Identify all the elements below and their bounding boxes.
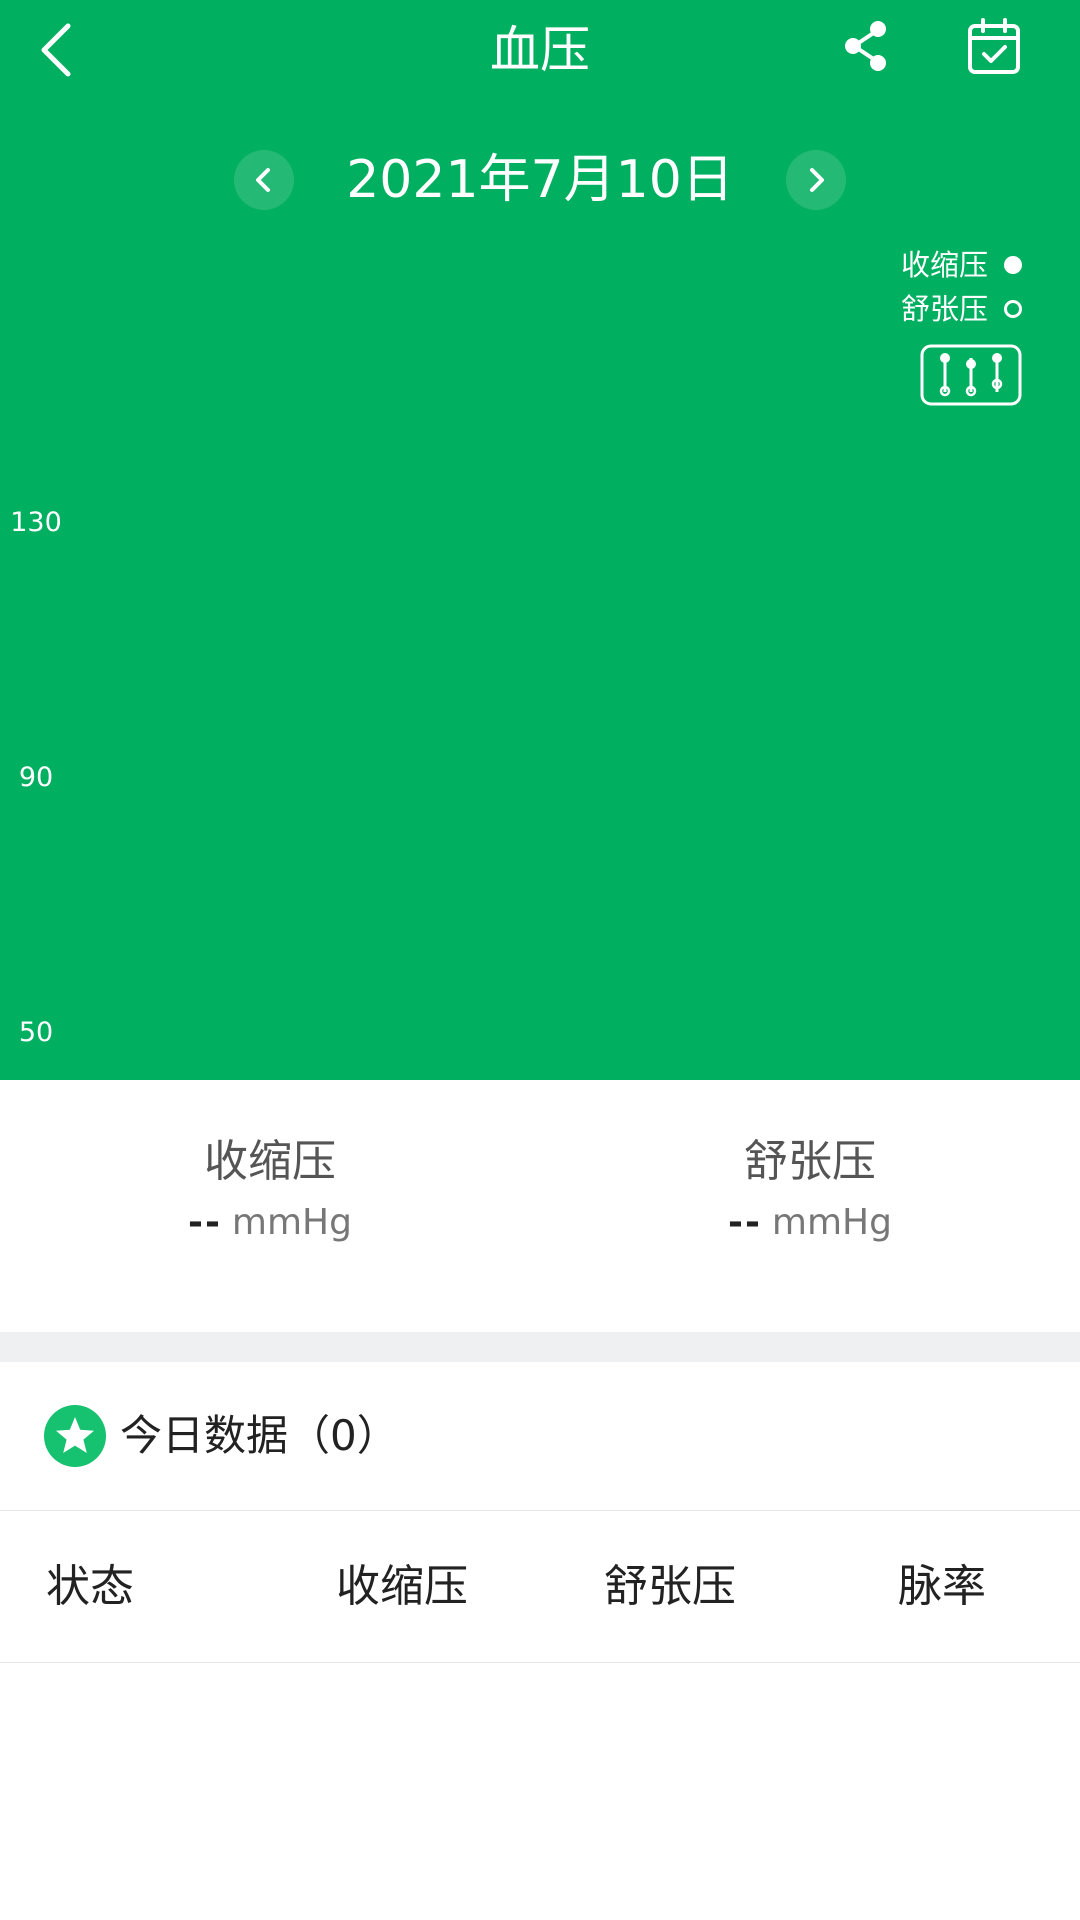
share-icon [845,21,886,71]
filled-circle-icon [1004,256,1022,274]
systolic-value: -- mmHg [0,1196,540,1250]
chevron-right-icon [810,168,824,192]
table-body [0,1664,1080,1920]
page-title: 血压 [490,21,590,79]
unit-text: mmHg [771,1202,892,1243]
unit-text: mmHg [231,1202,352,1243]
value-text: -- [188,1202,222,1243]
diastolic-label: 舒张压 [744,1136,876,1187]
summary-panel: 收缩压 -- mmHg 舒张压 -- mmHg [0,1080,1080,1332]
hollow-circle-icon [1004,300,1022,318]
column-header-systolic: 收缩压 [336,1561,468,1612]
column-header-status: 状态 [46,1561,134,1612]
next-day-button[interactable] [786,150,846,210]
legend-item-diastolic: 舒张压 [901,289,1022,329]
table-header: 状态 收缩压 舒张压 脉率 [0,1512,1080,1663]
date-navigator: 2021年7月10日 [0,148,1080,212]
current-date[interactable]: 2021年7月10日 [0,150,1080,210]
legend-item-systolic: 收缩压 [901,245,1022,285]
star-icon [44,1405,106,1467]
calendar-check-icon [968,18,1020,74]
chart-mode-button[interactable] [920,344,1022,406]
calendar-button[interactable] [964,16,1024,78]
section-divider [0,1332,1080,1362]
column-header-pulse: 脉率 [898,1561,986,1612]
column-header-diastolic: 舒张压 [604,1561,736,1612]
today-data-title: 今日数据（0） [120,1411,399,1460]
chart-mode-icon [920,344,1022,406]
y-tick-label: 130 [10,507,62,538]
chart-area: 血压 2021年7月10日 收缩压 舒张压 130 90 50 [0,0,1080,1080]
systolic-summary: 收缩压 -- mmHg [0,1080,540,1250]
y-tick-label: 90 [18,762,54,793]
diastolic-value: -- mmHg [540,1196,1080,1250]
diastolic-summary: 舒张压 -- mmHg [540,1080,1080,1250]
systolic-label: 收缩压 [204,1136,336,1187]
today-data-header: 今日数据（0） [0,1362,1080,1511]
legend-label: 舒张压 [900,292,988,326]
share-button[interactable] [836,16,896,76]
legend-label: 收缩压 [900,248,988,282]
value-text: -- [728,1202,762,1243]
y-tick-label: 50 [18,1017,54,1048]
